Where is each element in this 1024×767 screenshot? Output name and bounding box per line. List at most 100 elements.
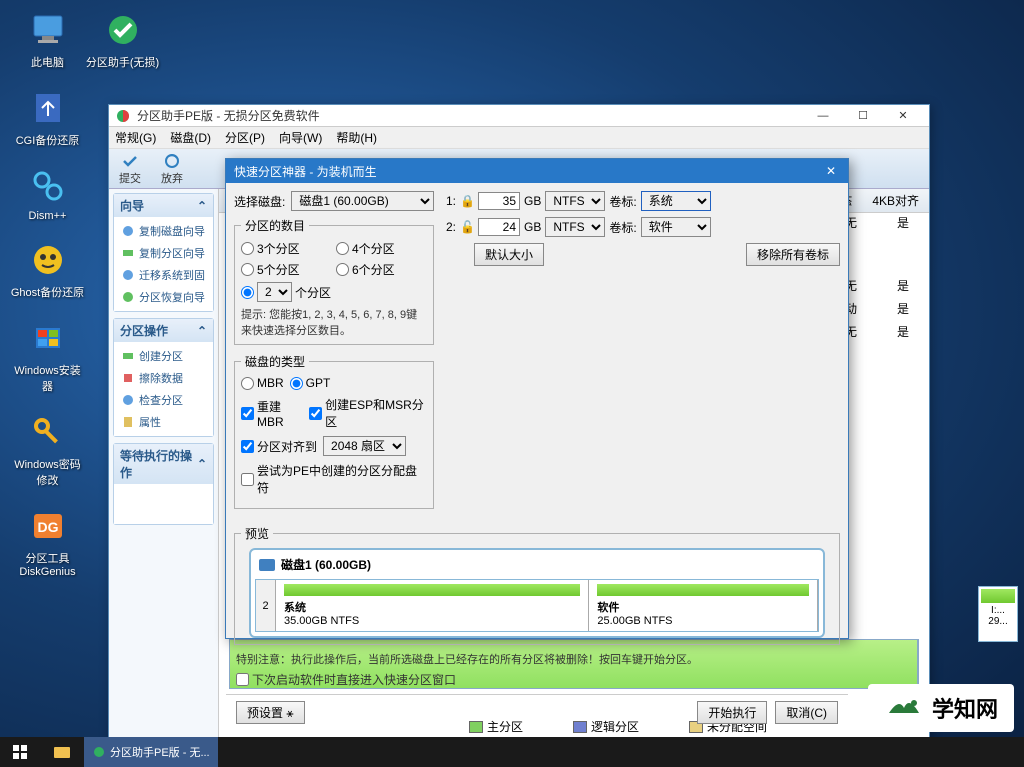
tool-label: 提交 xyxy=(119,170,141,186)
wizard-copy-disk[interactable]: 复制磁盘向导 xyxy=(117,220,210,242)
desktop-label: Windows密码修改 xyxy=(10,456,85,488)
minimize-button[interactable]: — xyxy=(803,106,843,126)
partition-row-2: 2: 🔓 GB NTFS 卷标: 软件 xyxy=(442,217,840,237)
desktop-label: Dism++ xyxy=(10,210,85,222)
dialog-title: 快速分区神器 - 为装机而生 xyxy=(234,163,377,180)
desktop-label: 分区工具DiskGenius xyxy=(10,550,85,578)
default-size-button[interactable]: 默认大小 xyxy=(474,243,544,266)
lock-icon[interactable]: 🔓 xyxy=(460,220,474,234)
right-disk-indicator[interactable]: I:... 29... xyxy=(978,586,1018,642)
type-legend: 磁盘的类型 xyxy=(241,353,309,370)
op-create[interactable]: 创建分区 xyxy=(117,345,210,367)
desktop-icon-diskgenius[interactable]: DG 分区工具DiskGenius xyxy=(10,506,85,578)
wizard-copy-partition[interactable]: 复制分区向导 xyxy=(117,242,210,264)
vol-select[interactable]: 软件 xyxy=(641,217,711,237)
svg-text:DG: DG xyxy=(37,519,58,535)
preview-disk-title: 磁盘1 (60.00GB) xyxy=(255,554,819,575)
wizard-recover[interactable]: 分区恢复向导 xyxy=(117,286,210,308)
wipe-icon xyxy=(121,371,135,385)
disk-size: 29... xyxy=(981,616,1015,627)
close-button[interactable]: ✕ xyxy=(883,106,923,126)
size-input[interactable] xyxy=(478,218,520,236)
menu-disk[interactable]: 磁盘(D) xyxy=(170,129,211,146)
check-rebuild-mbr[interactable]: 重建MBR xyxy=(241,398,303,429)
radio-4parts[interactable]: 4个分区 xyxy=(336,240,427,257)
menu-wizard[interactable]: 向导(W) xyxy=(279,129,322,146)
preview-partitions: 2 系统 35.00GB NTFS 软件 25.00GB NTFS xyxy=(255,579,819,632)
desktop-icon-dism[interactable]: Dism++ xyxy=(10,166,85,222)
fs-select[interactable]: NTFS xyxy=(545,191,605,211)
size-input[interactable] xyxy=(478,192,520,210)
desktop-icon-wininstall[interactable]: Windows安装器 xyxy=(10,318,85,394)
watermark: 学知网 xyxy=(868,684,1014,732)
panel-pending: 等待执行的操作⌃ xyxy=(113,443,214,525)
op-props[interactable]: 属性 xyxy=(117,411,210,433)
select-disk-dropdown[interactable]: 磁盘1 (60.00GB) xyxy=(291,191,434,211)
taskbar-explorer[interactable] xyxy=(44,737,80,767)
collapse-icon: ⌃ xyxy=(197,457,207,471)
count-legend: 分区的数目 xyxy=(241,217,309,234)
tool-commit[interactable]: 提交 xyxy=(119,152,141,186)
dialog-close-button[interactable]: ✕ xyxy=(822,162,840,180)
radio-6parts[interactable]: 6个分区 xyxy=(336,261,427,278)
preset-button[interactable]: 预设置 ⚹ xyxy=(236,701,305,724)
vol-label: 卷标: xyxy=(609,219,636,236)
check-try-pe[interactable]: 尝试为PE中创建的分区分配盘符 xyxy=(241,462,427,496)
check-create-esp[interactable]: 创建ESP和MSR分区 xyxy=(309,396,427,430)
fs-select[interactable]: NTFS xyxy=(545,217,605,237)
desktop-icon-partassist[interactable]: 分区助手(无损) xyxy=(85,10,160,70)
watermark-text: 学知网 xyxy=(932,692,998,724)
col-align: 4KB对齐 xyxy=(872,192,919,209)
menu-help[interactable]: 帮助(H) xyxy=(336,129,377,146)
mini-bar xyxy=(981,589,1015,603)
op-check[interactable]: 检查分区 xyxy=(117,389,210,411)
radio-mbr[interactable]: MBR xyxy=(241,376,284,390)
panel-header[interactable]: 等待执行的操作⌃ xyxy=(114,444,213,484)
part-num: 2: xyxy=(442,220,456,234)
migrate-icon xyxy=(121,268,135,282)
remove-labels-button[interactable]: 移除所有卷标 xyxy=(746,243,840,266)
vol-select[interactable]: 系统 xyxy=(641,191,711,211)
taskbar: 分区助手PE版 - 无... xyxy=(0,737,1024,767)
select-disk-label: 选择磁盘: xyxy=(234,193,285,210)
menu-partition[interactable]: 分区(P) xyxy=(225,129,265,146)
lock-icon[interactable]: 🔒 xyxy=(460,194,474,208)
menu-general[interactable]: 常规(G) xyxy=(115,129,156,146)
align-select[interactable]: 2048 扇区 xyxy=(323,436,406,456)
collapse-icon: ⌃ xyxy=(197,199,207,213)
wizard-migrate-os[interactable]: 迁移系统到固 xyxy=(117,264,210,286)
start-button[interactable] xyxy=(0,737,40,767)
desktop-icon-winpwd[interactable]: Windows密码修改 xyxy=(10,412,85,488)
create-icon xyxy=(121,349,135,363)
vol-label: 卷标: xyxy=(609,193,636,210)
dialog-right: 1: 🔒 GB NTFS 卷标: 系统 2: 🔓 GB NTFS 卷标: 软件 … xyxy=(442,191,840,517)
radio-gpt[interactable]: GPT xyxy=(290,376,331,390)
radio-5parts[interactable]: 5个分区 xyxy=(241,261,332,278)
tool-label: 放弃 xyxy=(161,170,183,186)
panel-ops: 分区操作⌃ 创建分区 擦除数据 检查分区 属性 xyxy=(113,318,214,437)
radio-custom-parts[interactable]: 2 个分区 xyxy=(241,282,332,302)
taskbar-app-label: 分区助手PE版 - 无... xyxy=(110,744,210,760)
radio-3parts[interactable]: 3个分区 xyxy=(241,240,332,257)
cancel-button[interactable]: 取消(C) xyxy=(775,701,838,724)
preview-count: 2 xyxy=(256,580,276,631)
check-skip-next[interactable]: 下次启动软件时直接进入快速分区窗口 xyxy=(236,671,838,688)
op-wipe[interactable]: 擦除数据 xyxy=(117,367,210,389)
panel-header[interactable]: 分区操作⌃ xyxy=(114,319,213,342)
start-button[interactable]: 开始执行 xyxy=(697,701,767,724)
preview-part-1[interactable]: 系统 35.00GB NTFS xyxy=(276,580,589,631)
gb-label: GB xyxy=(524,220,541,234)
partition-icon xyxy=(121,246,135,260)
preview-box: 磁盘1 (60.00GB) 2 系统 35.00GB NTFS 软件 25.00… xyxy=(249,548,825,638)
dialog-left: 选择磁盘: 磁盘1 (60.00GB) 分区的数目 3个分区 4个分区 5个分区… xyxy=(234,191,434,517)
maximize-button[interactable]: ☐ xyxy=(843,106,883,126)
panel-header[interactable]: 向导⌃ xyxy=(114,194,213,217)
preview-part-2[interactable]: 软件 25.00GB NTFS xyxy=(589,580,818,631)
desktop-icon-cgi[interactable]: CGI备份还原 xyxy=(10,88,85,148)
taskbar-app[interactable]: 分区助手PE版 - 无... xyxy=(84,737,218,767)
count-select[interactable]: 2 xyxy=(257,282,292,302)
desktop-icon-thispc[interactable]: 此电脑 xyxy=(10,10,85,70)
desktop-icon-ghost[interactable]: Ghost备份还原 xyxy=(10,240,85,300)
check-align[interactable]: 分区对齐到 xyxy=(241,438,317,455)
tool-discard[interactable]: 放弃 xyxy=(161,152,183,186)
